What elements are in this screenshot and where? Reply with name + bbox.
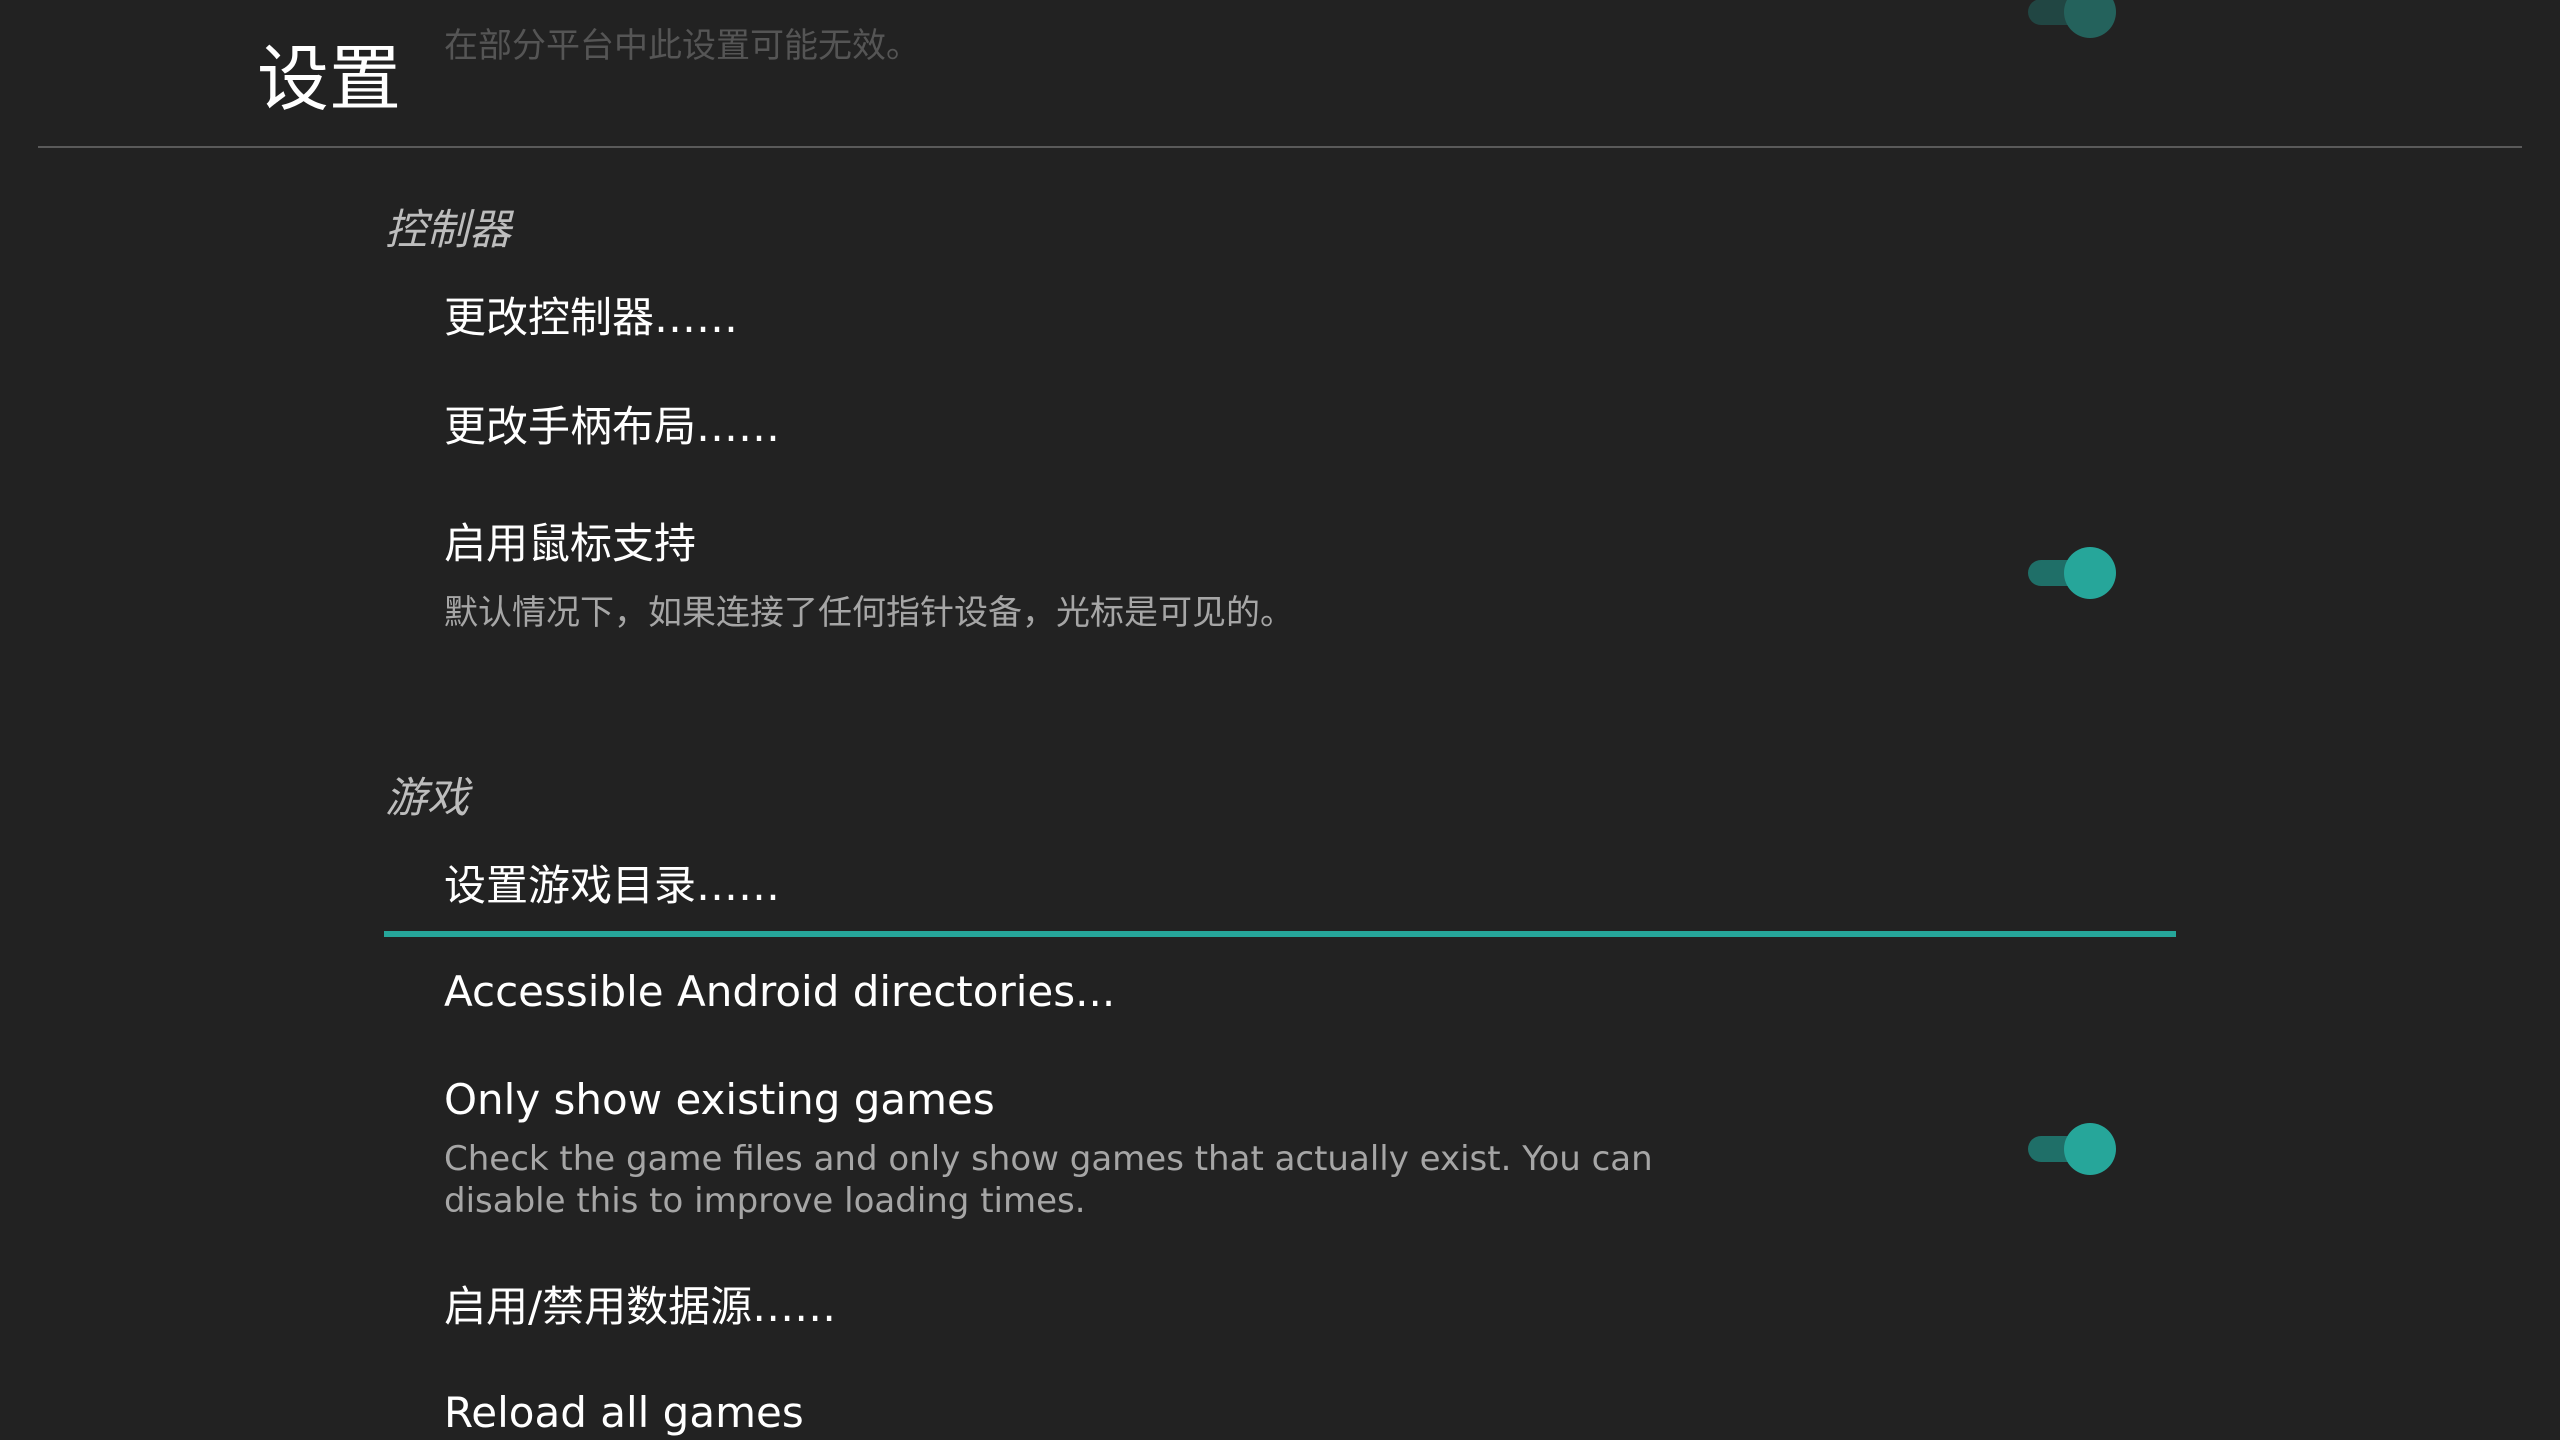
category-controller: 控制器 <box>385 205 512 254</box>
pref-accessible-android-directories-title: Accessible Android directories... <box>444 967 1116 1016</box>
enable-mouse-toggle[interactable] <box>2026 544 2118 602</box>
pref-reload-all-games-title: Reload all games <box>444 1388 804 1437</box>
settings-screen: 在部分平台中此设置可能无效。 控制器 更改控制器…… 更改手柄布局…… 启用鼠标… <box>0 0 2560 1440</box>
pref-change-gamepad-layout-title: 更改手柄布局…… <box>444 402 781 451</box>
pref-only-show-existing-games-title: Only show existing games <box>444 1075 995 1124</box>
only-show-existing-games-toggle[interactable] <box>2026 1120 2118 1178</box>
page-title: 设置 <box>257 37 402 121</box>
pref-enable-disable-datasources-title: 启用/禁用数据源…… <box>444 1282 837 1331</box>
category-games: 游戏 <box>385 773 470 822</box>
pref-enable-mouse-summary: 默认情况下，如果连接了任何指针设备，光标是可见的。 <box>444 593 1294 633</box>
pref-enable-mouse-title: 启用鼠标支持 <box>444 519 697 568</box>
switch-thumb <box>2064 547 2116 599</box>
switch-thumb <box>2064 1123 2116 1175</box>
settings-list[interactable]: 在部分平台中此设置可能无效。 控制器 更改控制器…… 更改手柄布局…… 启用鼠标… <box>0 0 2560 1440</box>
pref-only-show-existing-games-summary: Check the game files and only show games… <box>444 1139 1653 1221</box>
header-divider <box>38 146 2522 148</box>
pref-change-controller-title: 更改控制器…… <box>444 293 739 342</box>
app-header: 设置 <box>0 0 2560 148</box>
focus-indicator <box>384 931 2176 937</box>
pref-set-game-directory-title: 设置游戏目录…… <box>444 861 781 910</box>
